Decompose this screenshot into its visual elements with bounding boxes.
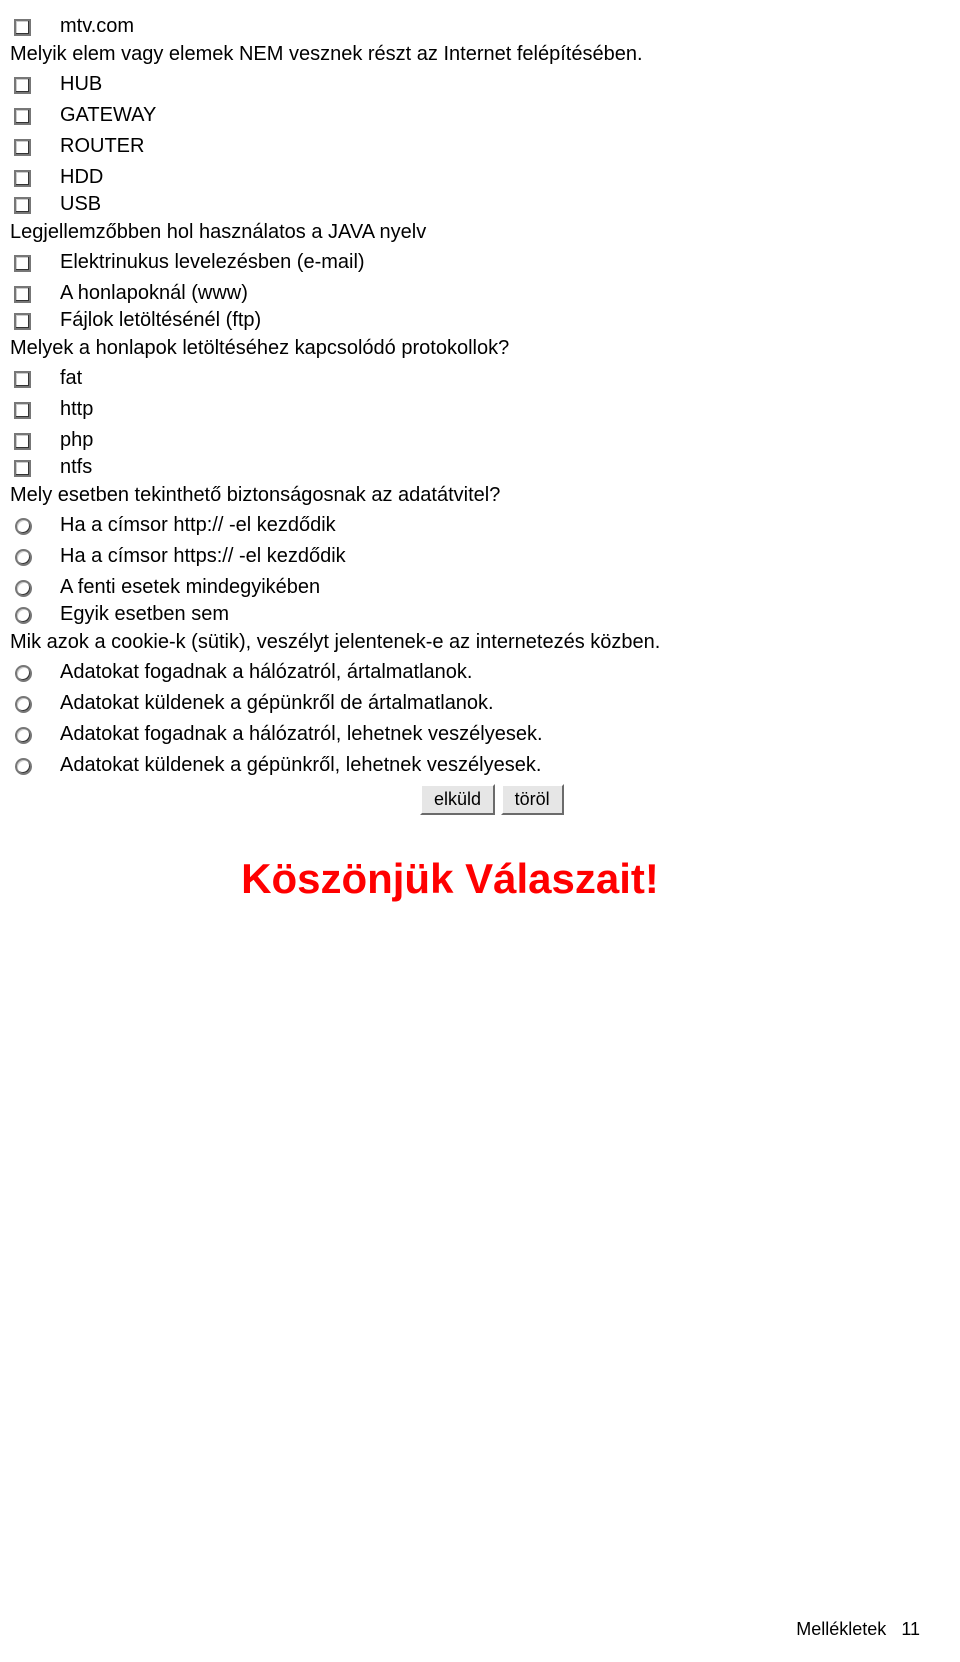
- thank-you-heading: Köszönjük Válaszait!: [10, 855, 950, 903]
- question-text: Mik azok a cookie-k (sütik), veszélyt je…: [10, 631, 950, 654]
- checkbox[interactable]: [14, 108, 31, 125]
- option-label: Adatokat fogadnak a hálózatról, lehetnek…: [48, 722, 543, 747]
- radio[interactable]: [15, 580, 32, 597]
- option-label: mtv.com: [48, 14, 134, 39]
- submit-button[interactable]: elküld: [420, 784, 495, 815]
- checkbox[interactable]: [14, 255, 31, 272]
- option-label: Fájlok letöltésénél (ftp): [48, 308, 261, 333]
- checkbox[interactable]: [14, 433, 31, 450]
- footer-label: Mellékletek: [796, 1619, 886, 1639]
- option-label: GATEWAY: [48, 103, 156, 128]
- option-label: Egyik esetben sem: [48, 602, 229, 627]
- option-label: A honlapoknál (www): [48, 281, 248, 306]
- question-text: Melyik elem vagy elemek NEM vesznek rész…: [10, 43, 950, 66]
- option-label: Elektrinukus levelezésben (e-mail): [48, 250, 365, 275]
- reset-button[interactable]: töröl: [501, 784, 564, 815]
- option-label: ROUTER: [48, 134, 144, 159]
- checkbox[interactable]: [14, 197, 31, 214]
- question-text: Legjellemzőbben hol használatos a JAVA n…: [10, 221, 950, 244]
- radio[interactable]: [15, 696, 32, 713]
- question-text: Mely esetben tekinthető biztonságosnak a…: [10, 484, 950, 507]
- option-label: Adatokat küldenek a gépünkről de ártalma…: [48, 691, 494, 716]
- option-label: ntfs: [48, 455, 92, 480]
- option-label: fat: [48, 366, 82, 391]
- checkbox[interactable]: [14, 402, 31, 419]
- option-label: HUB: [48, 72, 102, 97]
- option-label: USB: [48, 192, 101, 217]
- page-footer: Mellékletek 11: [796, 1619, 920, 1640]
- option-label: Ha a címsor http:// -el kezdődik: [48, 513, 336, 538]
- checkbox[interactable]: [14, 139, 31, 156]
- radio[interactable]: [15, 549, 32, 566]
- radio[interactable]: [15, 607, 32, 624]
- checkbox[interactable]: [14, 19, 31, 36]
- checkbox[interactable]: [14, 286, 31, 303]
- checkbox[interactable]: [14, 77, 31, 94]
- option-label: http: [48, 397, 93, 422]
- question-text: Melyek a honlapok letöltéséhez kapcsolód…: [10, 337, 950, 360]
- option-label: Adatokat küldenek a gépünkről, lehetnek …: [48, 753, 541, 778]
- option-label: Adatokat fogadnak a hálózatról, ártalmat…: [48, 660, 472, 685]
- radio[interactable]: [15, 727, 32, 744]
- option-label: HDD: [48, 165, 103, 190]
- radio[interactable]: [15, 758, 32, 775]
- option-label: Ha a címsor https:// -el kezdődik: [48, 544, 346, 569]
- checkbox[interactable]: [14, 371, 31, 388]
- checkbox[interactable]: [14, 313, 31, 330]
- radio[interactable]: [15, 665, 32, 682]
- option-label: A fenti esetek mindegyikében: [48, 575, 320, 600]
- footer-page-number: 11: [901, 1619, 920, 1639]
- option-label: php: [48, 428, 93, 453]
- radio[interactable]: [15, 518, 32, 535]
- checkbox[interactable]: [14, 170, 31, 187]
- checkbox[interactable]: [14, 460, 31, 477]
